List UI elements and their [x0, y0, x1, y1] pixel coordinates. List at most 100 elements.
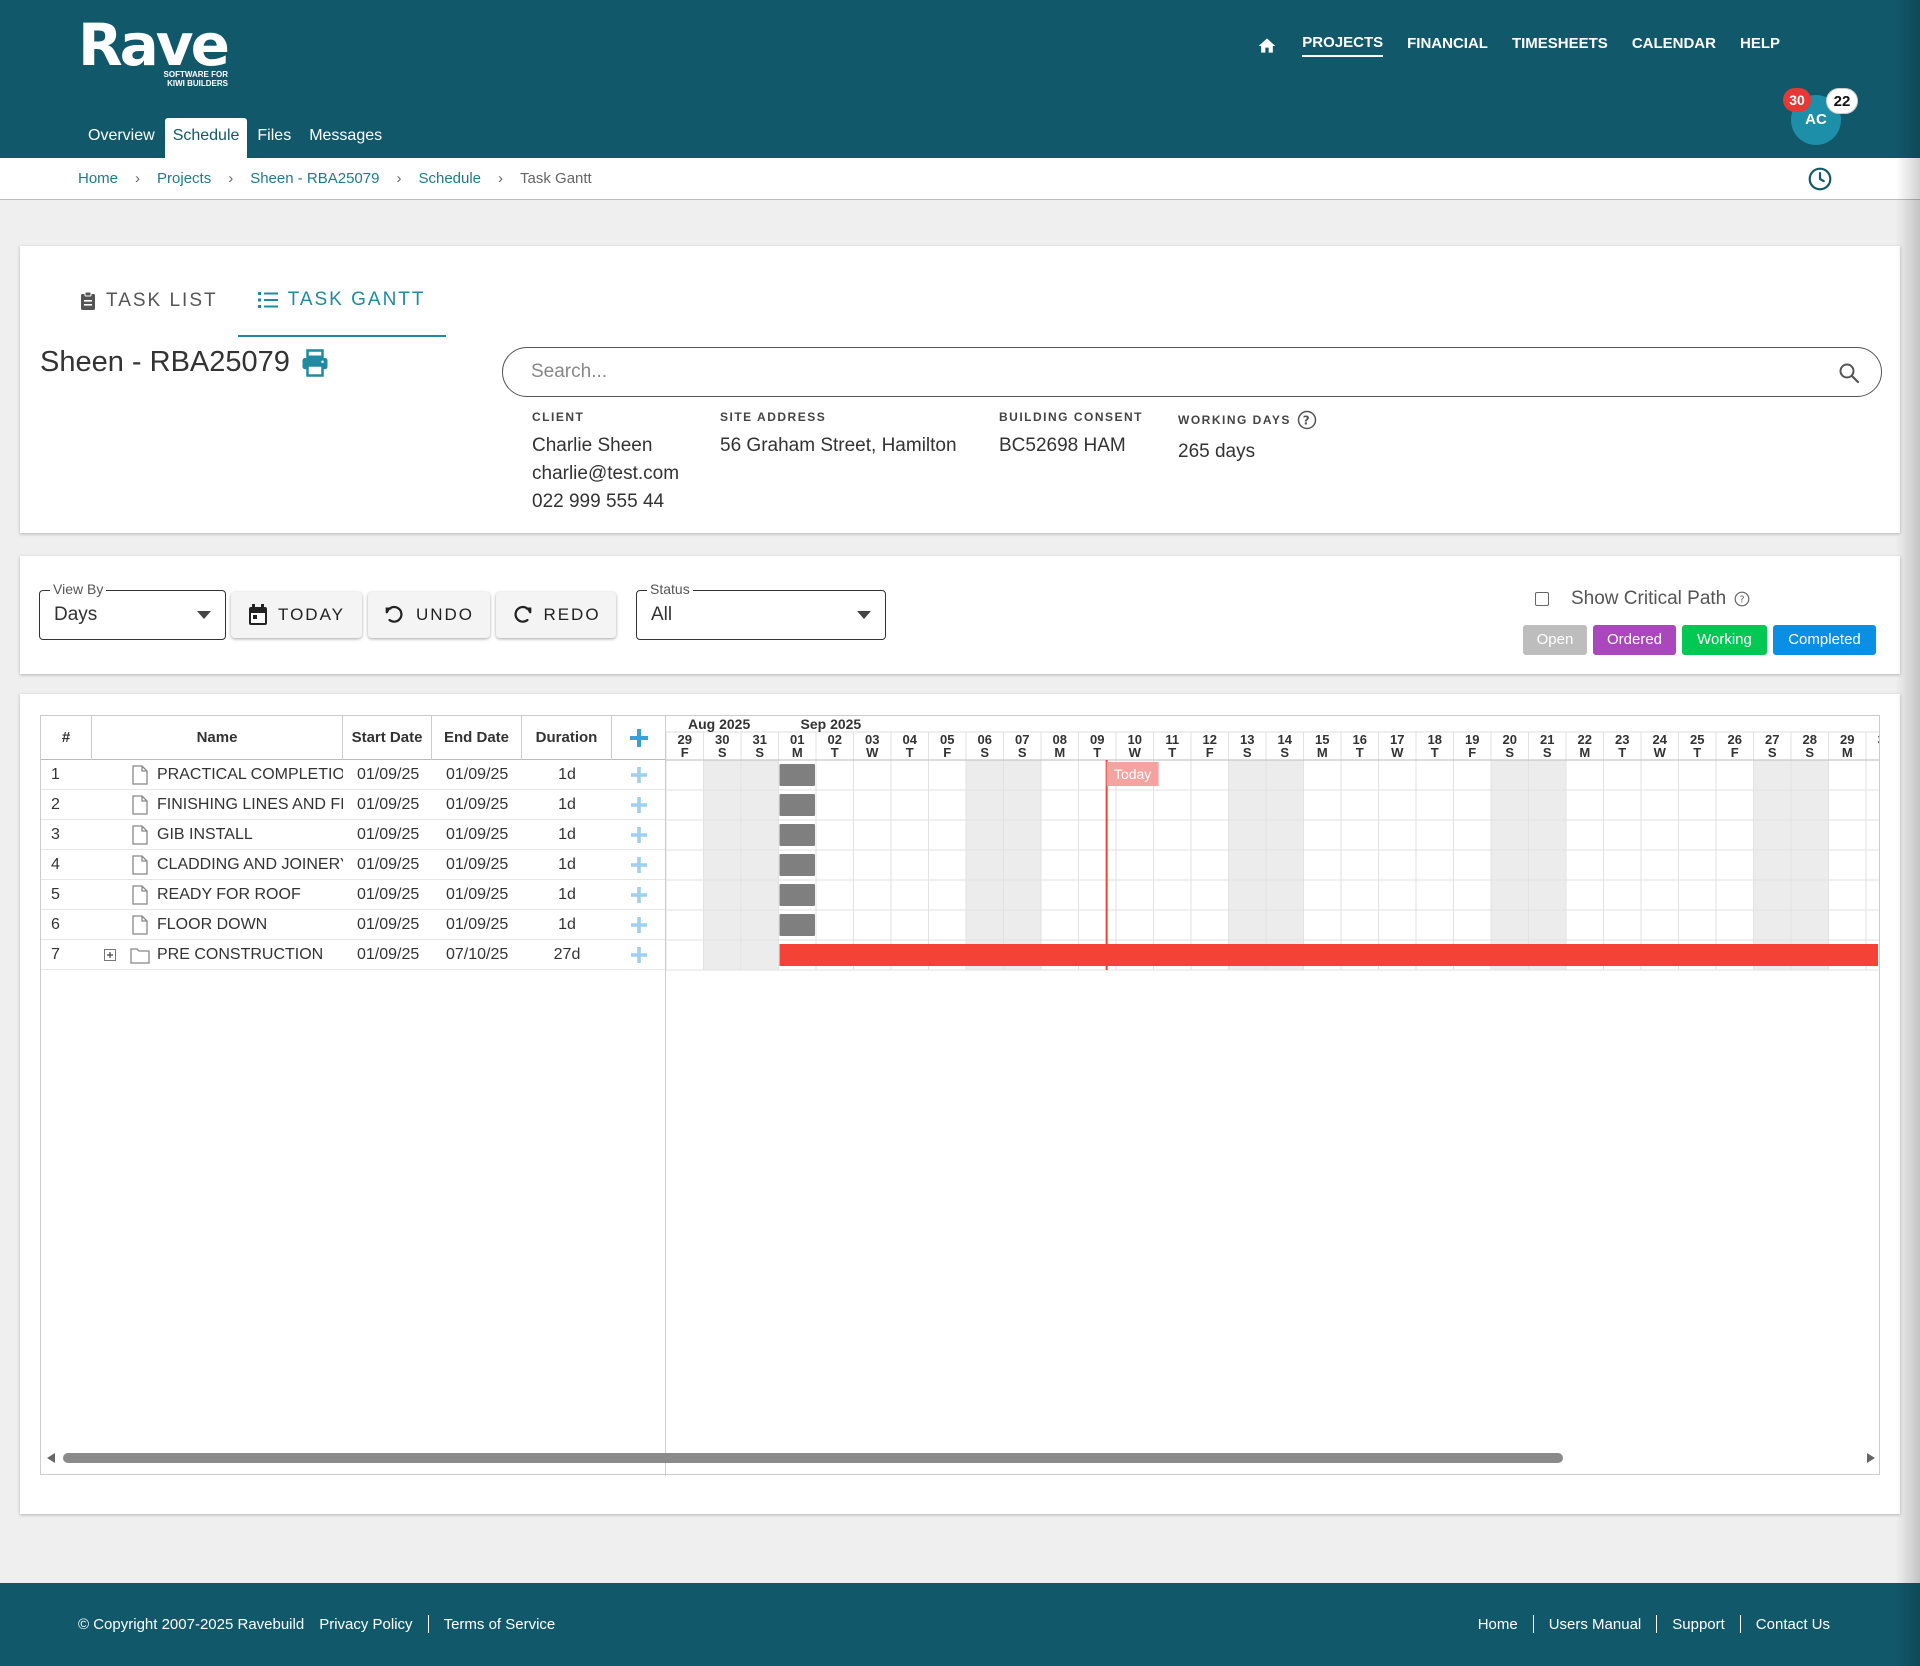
- add-subtask-button[interactable]: [612, 850, 665, 880]
- row-task-name[interactable]: FINISHING LINES AND FIXINGS: [157, 790, 343, 820]
- critical-path-toggle[interactable]: Show Critical Path ?: [1535, 588, 1750, 610]
- timeline-weekday-label: M: [1579, 745, 1590, 760]
- weekend-shade: [1003, 760, 1041, 970]
- col-header-duration[interactable]: Duration: [522, 716, 612, 760]
- add-task-header-button[interactable]: [612, 716, 665, 760]
- redo-button[interactable]: REDO: [496, 592, 616, 638]
- timeline-weekday-label: S: [1280, 745, 1289, 760]
- footer-divider: [1532, 1615, 1534, 1633]
- col-header-end[interactable]: End Date: [432, 716, 522, 760]
- footer-support-link[interactable]: Support: [1672, 1616, 1725, 1633]
- clock-icon[interactable]: [1807, 166, 1833, 192]
- help-circle-icon[interactable]: ?: [1734, 591, 1750, 607]
- row-task-name[interactable]: READY FOR ROOF: [157, 880, 343, 910]
- col-header-number[interactable]: #: [41, 716, 92, 760]
- view-by-select[interactable]: Days: [39, 590, 226, 640]
- scroll-left-arrow[interactable]: [47, 1453, 55, 1463]
- page-edge-shadow: [1896, 0, 1920, 1666]
- footer-privacy-link[interactable]: Privacy Policy: [319, 1616, 412, 1633]
- breadcrumb-project[interactable]: Sheen - RBA25079: [250, 170, 379, 187]
- add-subtask-button[interactable]: [612, 910, 665, 940]
- working-days-info: WORKING DAYS ? 265 days: [1178, 410, 1317, 466]
- task-bar[interactable]: [779, 794, 816, 816]
- weekend-shade: [1266, 760, 1304, 970]
- today-button[interactable]: TODAY: [231, 592, 362, 638]
- row-task-name[interactable]: FLOOR DOWN: [157, 910, 343, 940]
- table-row[interactable]: 3 GIB INSTALL 01/09/25 01/09/25 1d: [41, 820, 665, 850]
- scroll-right-arrow[interactable]: [1867, 1453, 1875, 1463]
- timeline-weekday-label: M: [1054, 745, 1065, 760]
- add-subtask-button[interactable]: [612, 760, 665, 790]
- rave-logo[interactable]: Rave: [78, 14, 230, 76]
- timeline-weekday-label: T: [1093, 745, 1101, 760]
- task-bar[interactable]: [779, 764, 816, 786]
- footer-terms-link[interactable]: Terms of Service: [444, 1616, 556, 1633]
- scroll-thumb[interactable]: [63, 1453, 1563, 1463]
- table-row[interactable]: 1 PRACTICAL COMPLETION 01/09/25 01/09/25 1d: [41, 760, 665, 790]
- subtab-files[interactable]: Files: [249, 118, 299, 158]
- footer-contact-link[interactable]: Contact Us: [1756, 1616, 1830, 1633]
- search-icon[interactable]: [1837, 361, 1861, 385]
- nav-help[interactable]: HELP: [1740, 35, 1780, 56]
- nav-calendar[interactable]: CALENDAR: [1632, 35, 1716, 56]
- weekend-shade: [1228, 760, 1266, 970]
- consent-info: BUILDING CONSENT BC52698 HAM: [999, 410, 1143, 460]
- notification-badge-white[interactable]: 22: [1826, 88, 1858, 114]
- critical-path-checkbox[interactable]: [1535, 592, 1549, 606]
- footer-manual-link[interactable]: Users Manual: [1549, 1616, 1642, 1633]
- subtab-schedule[interactable]: Schedule: [164, 118, 248, 158]
- add-subtask-button[interactable]: [612, 940, 665, 970]
- printer-icon[interactable]: [300, 348, 330, 378]
- breadcrumb: Home › Projects › Sheen - RBA25079 › Sch…: [78, 170, 592, 187]
- weekend-shade: [703, 760, 741, 970]
- help-circle-icon[interactable]: ?: [1297, 410, 1317, 430]
- search-input[interactable]: Search...: [502, 347, 1882, 397]
- row-task-name[interactable]: PRE CONSTRUCTION: [157, 940, 343, 970]
- row-duration: 1d: [558, 916, 576, 933]
- table-row[interactable]: 6 FLOOR DOWN 01/09/25 01/09/25 1d: [41, 910, 665, 940]
- task-bar[interactable]: [779, 824, 816, 846]
- notification-badge-red[interactable]: 30: [1783, 88, 1811, 112]
- table-row[interactable]: 2 FINISHING LINES AND FIXINGS 01/09/25 01/0…: [41, 790, 665, 820]
- row-task-name[interactable]: CLADDING AND JOINERY: [157, 850, 343, 880]
- add-subtask-button[interactable]: [612, 880, 665, 910]
- timeline-weekday-label: S: [1505, 745, 1514, 760]
- nav-financial[interactable]: FINANCIAL: [1407, 35, 1488, 56]
- task-bar[interactable]: [779, 884, 816, 906]
- weekend-shade: [1528, 760, 1566, 970]
- breadcrumb-projects[interactable]: Projects: [157, 170, 211, 187]
- row-task-name[interactable]: GIB INSTALL: [157, 820, 343, 850]
- nav-timesheets[interactable]: TIMESHEETS: [1512, 35, 1608, 56]
- task-bar[interactable]: [779, 854, 816, 876]
- subtab-overview[interactable]: Overview: [80, 118, 163, 158]
- tab-task-list[interactable]: TASK LIST: [60, 282, 238, 337]
- col-header-start[interactable]: Start Date: [343, 716, 432, 760]
- summary-task-bar[interactable]: [779, 944, 1879, 966]
- table-row[interactable]: 4 CLADDING AND JOINERY 01/09/25 01/09/25 1d: [41, 850, 665, 880]
- status-select[interactable]: All: [636, 590, 886, 640]
- weekend-shade: [1491, 760, 1529, 970]
- file-icon: [132, 825, 148, 845]
- footer-home-link[interactable]: Home: [1478, 1616, 1518, 1633]
- subtab-messages[interactable]: Messages: [301, 118, 390, 158]
- table-row[interactable]: 5 READY FOR ROOF 01/09/25 01/09/25 1d: [41, 880, 665, 910]
- task-bar[interactable]: [779, 914, 816, 936]
- plus-icon: [630, 946, 647, 963]
- plus-icon: [630, 856, 647, 873]
- breadcrumb-home[interactable]: Home: [78, 170, 118, 187]
- row-task-name[interactable]: PRACTICAL COMPLETION: [157, 760, 343, 790]
- table-row[interactable]: 7 PRE CONSTRUCTION 01/09/25 07/10/25 27d: [41, 940, 665, 970]
- add-subtask-button[interactable]: [612, 790, 665, 820]
- horizontal-scrollbar[interactable]: [41, 1446, 1881, 1470]
- breadcrumb-schedule[interactable]: Schedule: [418, 170, 481, 187]
- add-subtask-button[interactable]: [612, 820, 665, 850]
- expand-toggle-icon[interactable]: [104, 949, 116, 961]
- nav-projects[interactable]: PROJECTS: [1302, 34, 1384, 57]
- undo-button[interactable]: UNDO: [368, 592, 490, 638]
- home-icon[interactable]: [1256, 36, 1278, 56]
- redo-icon: [514, 605, 532, 623]
- col-header-name[interactable]: Name: [92, 716, 343, 760]
- tab-task-gantt[interactable]: TASK GANTT: [237, 282, 446, 337]
- search-placeholder: Search...: [531, 361, 608, 382]
- file-icon: [132, 885, 148, 905]
